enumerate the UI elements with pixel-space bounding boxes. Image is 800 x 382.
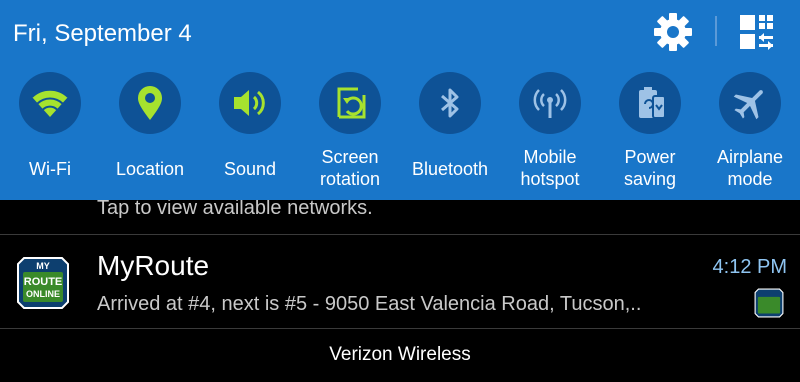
tile-bluetooth[interactable]: Bluetooth (400, 72, 500, 198)
tile-screen-rotation[interactable]: Screen rotation (300, 72, 400, 198)
notification-text: Arrived at #4, next is #5 - 9050 East Va… (97, 293, 642, 315)
notification-time: 4:12 PM (712, 256, 787, 278)
settings-gear-icon[interactable] (651, 10, 695, 54)
myroute-app-icon: MY ROUTE ONLINE (17, 257, 69, 309)
location-pin-icon (138, 86, 162, 120)
quick-settings-panel: Fri, September 4 Wi-Fi Location Sound Sc… (0, 0, 800, 200)
date-label: Fri, September 4 (13, 20, 192, 47)
rotation-icon (337, 87, 366, 119)
notification-divider (0, 328, 800, 329)
airplane-mode-toggle-button[interactable] (719, 72, 781, 134)
myroute-notification[interactable]: MY ROUTE ONLINE MyRoute 4:12 PM Arrived … (0, 236, 800, 328)
wifi-networks-notification[interactable]: Tap to view available networks. (0, 200, 800, 233)
power-saving-icon (639, 87, 666, 119)
tile-label: Sound (223, 159, 277, 179)
logo-text-my: MY (36, 261, 50, 271)
notification-title: MyRoute (97, 250, 210, 281)
bluetooth-icon (441, 88, 459, 118)
tile-sound[interactable]: Sound (200, 72, 300, 198)
header-divider (715, 16, 717, 46)
logo-text-online: ONLINE (26, 289, 60, 299)
screen-rotation-toggle-button[interactable] (319, 72, 381, 134)
tile-label: Bluetooth (411, 159, 489, 179)
quick-toggle-row: Wi-Fi Location Sound Screen rotation Blu… (0, 72, 800, 198)
tile-label: Mobile hotspot (520, 147, 580, 189)
hotspot-icon (533, 89, 567, 118)
wifi-hint-text: Tap to view available networks. (97, 200, 373, 219)
tile-location[interactable]: Location (100, 72, 200, 198)
wifi-icon (31, 88, 69, 117)
sound-toggle-button[interactable] (219, 72, 281, 134)
airplane-icon (733, 90, 763, 120)
tile-wifi[interactable]: Wi-Fi (0, 72, 100, 198)
tile-label: Screen rotation (319, 147, 381, 189)
mobile-hotspot-toggle-button[interactable] (519, 72, 581, 134)
tile-label: Location (115, 159, 185, 179)
tile-label: Wi-Fi (29, 159, 71, 179)
power-saving-toggle-button[interactable] (619, 72, 681, 134)
speaker-icon (234, 90, 265, 116)
tile-mobile-hotspot[interactable]: Mobile hotspot (500, 72, 600, 198)
tile-label: Airplane mode (716, 147, 784, 189)
wifi-toggle-button[interactable] (19, 72, 81, 134)
notification-divider (0, 234, 800, 235)
location-toggle-button[interactable] (119, 72, 181, 134)
tile-airplane-mode[interactable]: Airplane mode (700, 72, 800, 198)
tile-power-saving[interactable]: Power saving (600, 72, 700, 198)
carrier-label: Verizon Wireless (329, 344, 471, 365)
edit-tiles-grid-icon[interactable] (737, 12, 779, 54)
tile-label: Power saving (623, 147, 677, 189)
myroute-small-icon (754, 288, 784, 318)
logo-text-route: ROUTE (24, 276, 63, 288)
bluetooth-toggle-button[interactable] (419, 72, 481, 134)
